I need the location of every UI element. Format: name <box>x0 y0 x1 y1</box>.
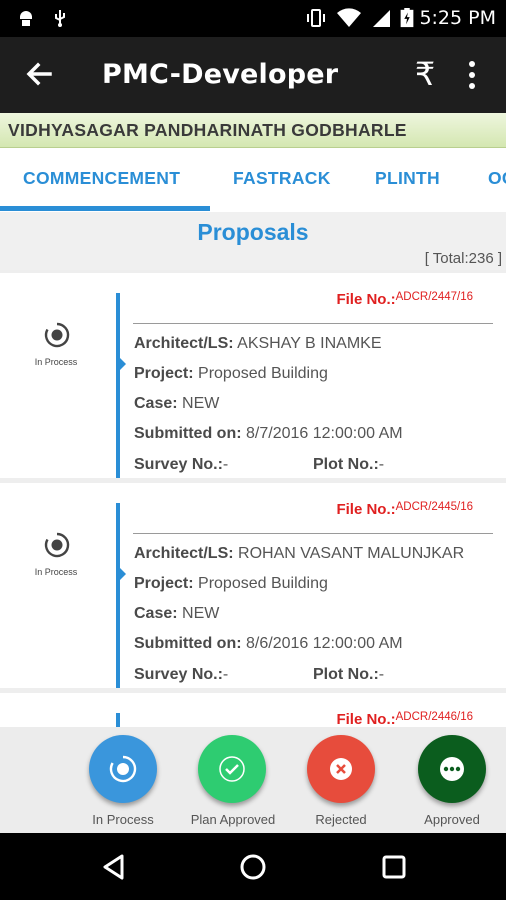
user-name-bar: VIDHYASAGAR PANDHARINATH GODBHARLE <box>0 113 506 148</box>
nav-back-icon[interactable] <box>98 851 130 883</box>
tab-fastrack[interactable]: FASTRACK <box>233 168 331 189</box>
wifi-icon <box>337 8 361 27</box>
android-debug-icon <box>20 11 32 26</box>
nav-recents-icon[interactable] <box>378 851 410 883</box>
survey-row: Survey No.:- <box>134 456 229 473</box>
in-process-icon <box>109 755 137 783</box>
status-label: In Process <box>34 567 78 577</box>
case-row: Case: NEW <box>134 395 220 412</box>
divider <box>133 323 493 324</box>
check-icon <box>219 756 245 782</box>
section-title: Proposals <box>197 219 309 245</box>
status-label: In Process <box>34 357 78 367</box>
tab-commencement[interactable]: COMMENCEMENT <box>23 168 180 189</box>
plan-approved-filter-label: Plan Approved <box>190 812 276 827</box>
in-process-filter-label: In Process <box>92 812 154 827</box>
rupee-icon[interactable]: ₹ <box>410 55 440 93</box>
user-name: VIDHYASAGAR PANDHARINATH GODBHARLE <box>8 120 407 140</box>
in-process-icon <box>44 532 70 558</box>
proposal-card[interactable]: In Process File No.:ADCR/2447/16 Archite… <box>0 273 506 478</box>
app-bar: PMC-Developer ₹ <box>0 37 506 113</box>
timeline-line <box>116 293 120 478</box>
timeline-arrow-icon <box>119 357 126 371</box>
architect-row: Architect/LS: AKSHAY B INAMKE <box>134 335 382 352</box>
section-header: Proposals [ Total:236 ] <box>0 212 506 270</box>
approved-filter-label: Approved <box>424 812 480 827</box>
vibrate-icon <box>307 9 325 27</box>
plot-row: Plot No.:- <box>313 666 385 683</box>
system-nav-bar <box>0 833 506 900</box>
active-tab-indicator <box>0 206 210 211</box>
plot-row: Plot No.:- <box>313 456 385 473</box>
tab-oc[interactable]: OC <box>488 168 506 189</box>
status-filter-bar: In Process Plan Approved Rejected Approv… <box>0 727 506 833</box>
case-row: Case: NEW <box>134 605 220 622</box>
project-row: Project: Proposed Building <box>134 575 328 592</box>
close-icon <box>330 758 352 780</box>
back-arrow-icon[interactable] <box>22 57 56 91</box>
file-number: File No.:ADCR/2447/16 <box>336 291 473 308</box>
signal-icon <box>373 10 390 27</box>
divider <box>133 533 493 534</box>
approved-filter-button[interactable] <box>418 735 486 803</box>
page-title: PMC-Developer <box>102 59 339 90</box>
nav-home-icon[interactable] <box>237 851 269 883</box>
file-number: File No.:ADCR/2446/16 <box>336 711 473 728</box>
file-number: File No.:ADCR/2445/16 <box>336 501 473 518</box>
status-time: 5:25 PM <box>419 7 496 29</box>
plan-approved-filter-button[interactable] <box>198 735 266 803</box>
architect-row: Architect/LS: ROHAN VASANT MALUNJKAR <box>134 545 465 562</box>
survey-row: Survey No.:- <box>134 666 229 683</box>
in-process-icon <box>44 322 70 348</box>
status-bar: 5:25 PM <box>0 0 506 37</box>
project-row: Project: Proposed Building <box>134 365 328 382</box>
submitted-row: Submitted on: 8/7/2016 12:00:00 AM <box>134 425 403 442</box>
total-count: [ Total:236 ] <box>424 250 502 267</box>
rejected-filter-label: Rejected <box>315 812 367 827</box>
battery-charging-icon <box>400 8 414 28</box>
in-process-filter-button[interactable] <box>89 735 157 803</box>
tab-bar: COMMENCEMENT FASTRACK PLINTH OC <box>0 148 506 212</box>
timeline-line <box>116 503 120 688</box>
more-vert-icon[interactable] <box>464 59 480 91</box>
more-horizontal-icon <box>440 757 464 781</box>
proposal-card[interactable]: In Process File No.:ADCR/2445/16 Archite… <box>0 483 506 688</box>
rejected-filter-button[interactable] <box>307 735 375 803</box>
usb-icon <box>55 10 65 27</box>
tab-plinth[interactable]: PLINTH <box>375 168 440 189</box>
timeline-arrow-icon <box>119 567 126 581</box>
submitted-row: Submitted on: 8/6/2016 12:00:00 AM <box>134 635 403 652</box>
